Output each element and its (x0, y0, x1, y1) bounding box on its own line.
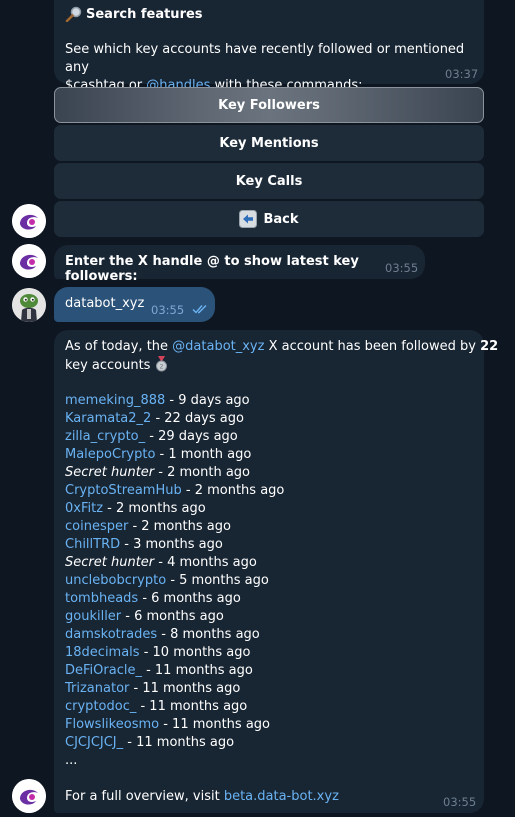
result-intro: As of today, the @databot_xyz X account … (65, 339, 499, 373)
key-followers-button[interactable]: Key Followers (54, 87, 484, 123)
list-item: Flowslikeosmo - 11 months ago (65, 717, 270, 732)
button-label: Key Calls (235, 173, 303, 189)
list-item: Secret hunter - 2 month ago (65, 465, 250, 480)
list-item: Secret hunter - 4 months ago (65, 555, 257, 570)
handle-link[interactable]: @databot_xyz (172, 339, 264, 354)
list-item: 18decimals - 10 months ago (65, 645, 251, 660)
prompt-text: Enter the X handle @ to show latest key … (65, 254, 359, 284)
double-check-icon (192, 303, 208, 315)
bot-avatar[interactable] (12, 779, 46, 813)
button-label: Key Mentions (219, 135, 319, 151)
button-label: Back (263, 211, 299, 227)
overview-line: For a full overview, visit beta.data-bot… (65, 789, 339, 804)
key-calls-button[interactable]: Key Calls (54, 163, 484, 199)
list-item: Karamata2_2 - 22 days ago (65, 411, 244, 426)
message-timestamp: 03:37 (445, 67, 479, 81)
followers-result-message: As of today, the @databot_xyz X account … (54, 330, 498, 813)
user-avatar[interactable] (12, 288, 46, 322)
follower-name: Secret hunter (65, 465, 155, 480)
list-item: Trizanator - 11 months ago (65, 681, 241, 696)
search-features-message: Search features See which key accounts h… (54, 0, 484, 93)
bot-avatar[interactable] (12, 244, 46, 278)
key-mentions-button[interactable]: Key Mentions (54, 125, 484, 161)
followers-list: memeking_888 - 9 days ago Karamata2_2 - … (65, 392, 284, 770)
list-item: damskotrades - 8 months ago (65, 627, 260, 642)
list-item: CryptoStreamHub - 2 months ago (65, 483, 285, 498)
medal-icon: 2 (155, 356, 168, 372)
list-item: MalepoCrypto - 1 month ago (65, 447, 252, 462)
list-item: DeFiOracle_ - 11 months ago (65, 663, 253, 678)
follower-link[interactable]: MalepoCrypto (65, 447, 155, 462)
follower-link[interactable]: ChillTRD (65, 537, 120, 552)
message-timestamp: 03:55 (443, 795, 477, 809)
follower-link[interactable]: coinesper (65, 519, 128, 534)
list-item: goukiller - 6 months ago (65, 609, 224, 624)
follower-link[interactable]: cryptodoc_ (65, 699, 136, 714)
bot-avatar[interactable] (12, 204, 46, 238)
list-ellipsis: ... (65, 753, 78, 768)
message-timestamp: 03:55 (151, 303, 185, 317)
list-item: 0xFitz - 2 months ago (65, 501, 206, 516)
follower-link[interactable]: CryptoStreamHub (65, 483, 182, 498)
list-item: coinesper - 2 months ago (65, 519, 231, 534)
user-message-text: databot_xyz (65, 296, 145, 311)
list-item: tombheads - 6 months ago (65, 591, 241, 606)
list-item: ChillTRD - 3 months ago (65, 537, 223, 552)
follower-link[interactable]: memeking_888 (65, 393, 165, 408)
follower-link[interactable]: Karamata2_2 (65, 411, 151, 426)
user-message: databot_xyz 03:55 (54, 287, 215, 322)
follower-link[interactable]: DeFiOracle_ (65, 663, 142, 678)
list-item: cryptodoc_ - 11 months ago (65, 699, 248, 714)
list-item: unclebobcrypto - 5 months ago (65, 573, 269, 588)
follower-link[interactable]: damskotrades (65, 627, 157, 642)
follower-link[interactable]: tombheads (65, 591, 138, 606)
follower-link[interactable]: Trizanator (65, 681, 129, 696)
svg-text:2: 2 (159, 364, 163, 371)
message-timestamp: 03:55 (385, 261, 419, 275)
list-item: memeking_888 - 9 days ago (65, 393, 250, 408)
prompt-message: Enter the X handle @ to show latest key … (54, 245, 425, 284)
follower-link[interactable]: 18decimals (65, 645, 140, 660)
back-arrow-icon (239, 210, 258, 228)
list-item: CJCJCJCJ_ - 11 months ago (65, 735, 235, 750)
search-title-row: Search features (65, 6, 203, 23)
follower-link[interactable]: Flowslikeosmo (65, 717, 159, 732)
search-title: Search features (86, 6, 203, 22)
magnifier-icon (65, 6, 83, 23)
follower-link[interactable]: 0xFitz (65, 501, 103, 516)
follower-count: 22 (480, 339, 499, 354)
overview-link[interactable]: beta.data-bot.xyz (224, 789, 339, 804)
follower-name: Secret hunter (65, 555, 155, 570)
follower-link[interactable]: CJCJCJCJ_ (65, 735, 123, 750)
follower-link[interactable]: zilla_crypto_ (65, 429, 145, 444)
follower-link[interactable]: unclebobcrypto (65, 573, 166, 588)
list-item: zilla_crypto_ - 29 days ago (65, 429, 238, 444)
button-label: Key Followers (218, 97, 320, 113)
back-button[interactable]: Back (54, 201, 484, 237)
follower-link[interactable]: goukiller (65, 609, 121, 624)
